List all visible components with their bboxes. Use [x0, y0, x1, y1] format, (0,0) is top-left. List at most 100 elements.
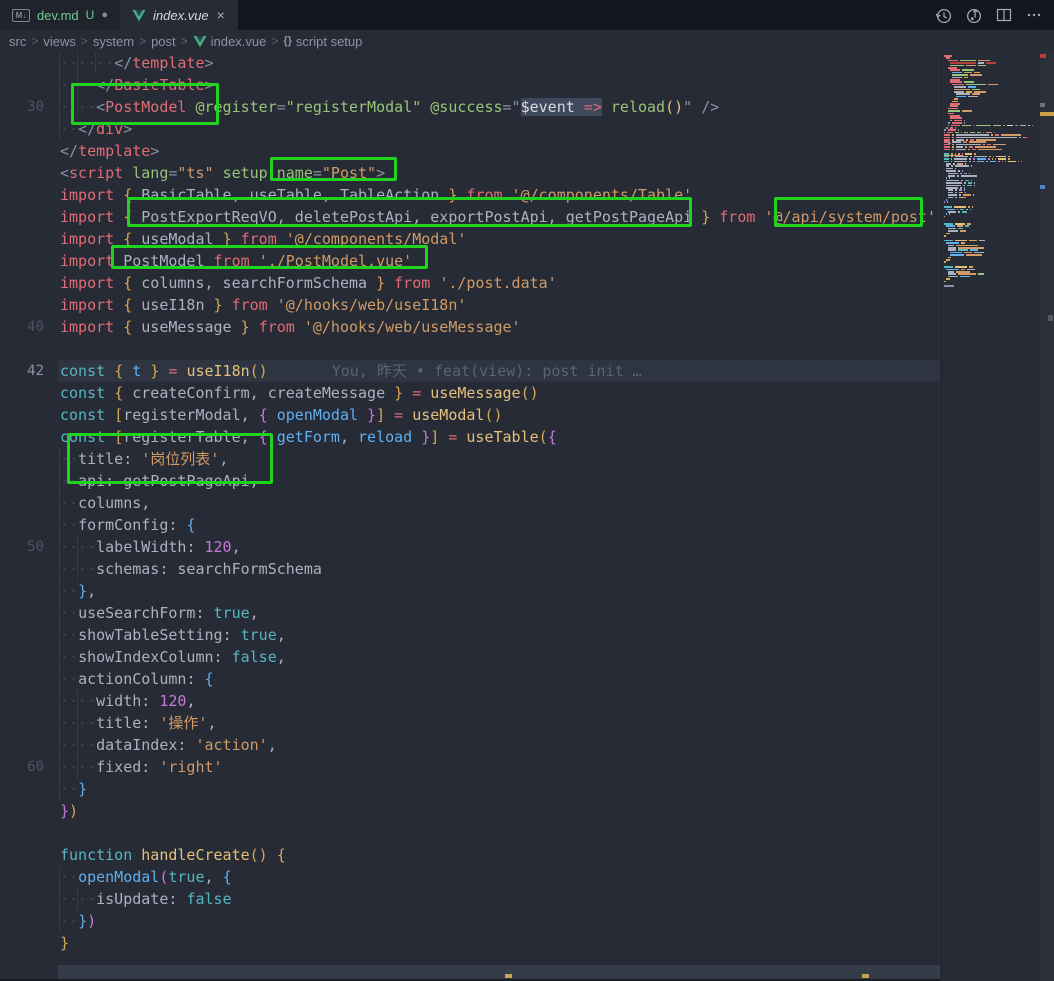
- code-line[interactable]: ····schemas: searchFormSchema: [0, 558, 940, 580]
- code-line[interactable]: const { createConfirm, createMessage } =…: [0, 382, 940, 404]
- code-line[interactable]: 40import { useMessage } from '@/hooks/we…: [0, 316, 940, 338]
- close-tab-icon[interactable]: ×: [216, 7, 226, 23]
- line-number[interactable]: [0, 184, 44, 206]
- minimap-line: [946, 165, 974, 167]
- line-number[interactable]: [0, 624, 44, 646]
- minimap-line: [952, 77, 970, 79]
- code-line[interactable]: const [registerModal, { openModal }] = u…: [0, 404, 940, 426]
- git-status-marker: U: [86, 8, 95, 22]
- line-number[interactable]: [0, 52, 44, 74]
- dirty-indicator-icon[interactable]: ●: [101, 9, 108, 21]
- line-number[interactable]: [0, 602, 44, 624]
- code-line[interactable]: </template>: [0, 140, 940, 162]
- line-number[interactable]: [0, 844, 44, 866]
- line-number[interactable]: [0, 228, 44, 250]
- open-changes-icon-button[interactable]: [965, 7, 982, 24]
- line-number[interactable]: [0, 580, 44, 602]
- code-line[interactable]: ··actionColumn: {: [0, 668, 940, 690]
- line-number[interactable]: [0, 426, 44, 448]
- more-actions-icon-button[interactable]: [1025, 7, 1042, 24]
- line-number[interactable]: [0, 118, 44, 140]
- line-number[interactable]: [0, 646, 44, 668]
- split-editor-icon-button[interactable]: [995, 7, 1012, 24]
- line-number[interactable]: [0, 250, 44, 272]
- line-number[interactable]: [0, 294, 44, 316]
- code-line[interactable]: ··}): [0, 910, 940, 932]
- minimap-line: [946, 187, 967, 189]
- line-number[interactable]: 42: [0, 360, 44, 382]
- line-number[interactable]: 60: [0, 756, 44, 778]
- line-number[interactable]: [0, 778, 44, 800]
- line-number[interactable]: [0, 74, 44, 96]
- minimap[interactable]: [944, 55, 1037, 975]
- code-line[interactable]: import { columns, searchFormSchema } fro…: [0, 272, 940, 294]
- code-line[interactable]: [0, 338, 940, 360]
- code-line[interactable]: }: [0, 932, 940, 954]
- line-number[interactable]: [0, 492, 44, 514]
- code-line[interactable]: <script lang="ts" setup name="Post">: [0, 162, 940, 184]
- line-number[interactable]: [0, 162, 44, 184]
- code-editor[interactable]: ······</template>····</BasicTable>30····…: [0, 52, 1054, 981]
- code-line[interactable]: }): [0, 800, 940, 822]
- line-number[interactable]: 40: [0, 316, 44, 338]
- code-line[interactable]: import { useI18n } from '@/hooks/web/use…: [0, 294, 940, 316]
- code-line[interactable]: 42const { t } = useI18n()You, 昨天 • feat(…: [0, 360, 940, 382]
- line-number[interactable]: [0, 668, 44, 690]
- line-number[interactable]: [0, 338, 44, 360]
- line-number[interactable]: [0, 800, 44, 822]
- line-number[interactable]: [0, 404, 44, 426]
- code-line[interactable]: ····title: '操作',: [0, 712, 940, 734]
- line-number[interactable]: [0, 954, 44, 976]
- line-number[interactable]: [0, 866, 44, 888]
- breadcrumb-item-src[interactable]: src: [9, 34, 26, 49]
- code-line[interactable]: ··showIndexColumn: false,: [0, 646, 940, 668]
- code-line[interactable]: 50····labelWidth: 120,: [0, 536, 940, 558]
- breadcrumb-item-views[interactable]: views: [43, 34, 76, 49]
- line-number[interactable]: [0, 206, 44, 228]
- line-number[interactable]: [0, 514, 44, 536]
- code-line[interactable]: function handleCreate() {: [0, 844, 940, 866]
- breadcrumb-item-index.vue[interactable]: index.vue: [193, 34, 267, 49]
- code-line[interactable]: ····dataIndex: 'action',: [0, 734, 940, 756]
- tab-dev.md[interactable]: M↓dev.mdU●: [0, 0, 120, 30]
- line-number[interactable]: [0, 382, 44, 404]
- code-line[interactable]: ····isUpdate: false: [0, 888, 940, 910]
- line-number[interactable]: [0, 140, 44, 162]
- vertical-scrollbar[interactable]: [1040, 52, 1054, 981]
- code-line[interactable]: ····width: 120,: [0, 690, 940, 712]
- code-line[interactable]: ··showTableSetting: true,: [0, 624, 940, 646]
- code-line[interactable]: ··useSearchForm: true,: [0, 602, 940, 624]
- line-number[interactable]: 30: [0, 96, 44, 118]
- line-number[interactable]: [0, 932, 44, 954]
- breadcrumb-item-script-setup[interactable]: {}script setup: [283, 34, 362, 49]
- minimap-line: [944, 139, 998, 141]
- line-number[interactable]: [0, 822, 44, 844]
- code-line[interactable]: ··},: [0, 580, 940, 602]
- code-line[interactable]: ··columns,: [0, 492, 940, 514]
- minimap-line: [950, 252, 986, 254]
- breadcrumb-item-system[interactable]: system: [93, 34, 134, 49]
- line-number[interactable]: [0, 558, 44, 580]
- code-line[interactable]: ······</template>: [0, 52, 940, 74]
- code-line[interactable]: ··}: [0, 778, 940, 800]
- line-number[interactable]: 50: [0, 536, 44, 558]
- line-number[interactable]: [0, 712, 44, 734]
- line-number[interactable]: [0, 690, 44, 712]
- code-text: const { createConfirm, createMessage } =…: [60, 382, 539, 404]
- line-number[interactable]: [0, 888, 44, 910]
- code-line[interactable]: ··formConfig: {: [0, 514, 940, 536]
- overview-ruler-mark: [1040, 54, 1046, 58]
- code-line[interactable]: [0, 822, 940, 844]
- code-line[interactable]: ··openModal(true, {: [0, 866, 940, 888]
- line-number[interactable]: [0, 470, 44, 492]
- line-number[interactable]: [0, 910, 44, 932]
- tab-index.vue[interactable]: index.vue×: [120, 0, 238, 30]
- line-number[interactable]: [0, 734, 44, 756]
- line-number[interactable]: [0, 448, 44, 470]
- breadcrumb-item-post[interactable]: post: [151, 34, 176, 49]
- code-line[interactable]: 60····fixed: 'right': [0, 756, 940, 778]
- line-number[interactable]: [0, 272, 44, 294]
- history-icon-button[interactable]: [935, 7, 952, 24]
- minimap-line: [948, 228, 965, 230]
- minimap-line: [948, 60, 992, 62]
